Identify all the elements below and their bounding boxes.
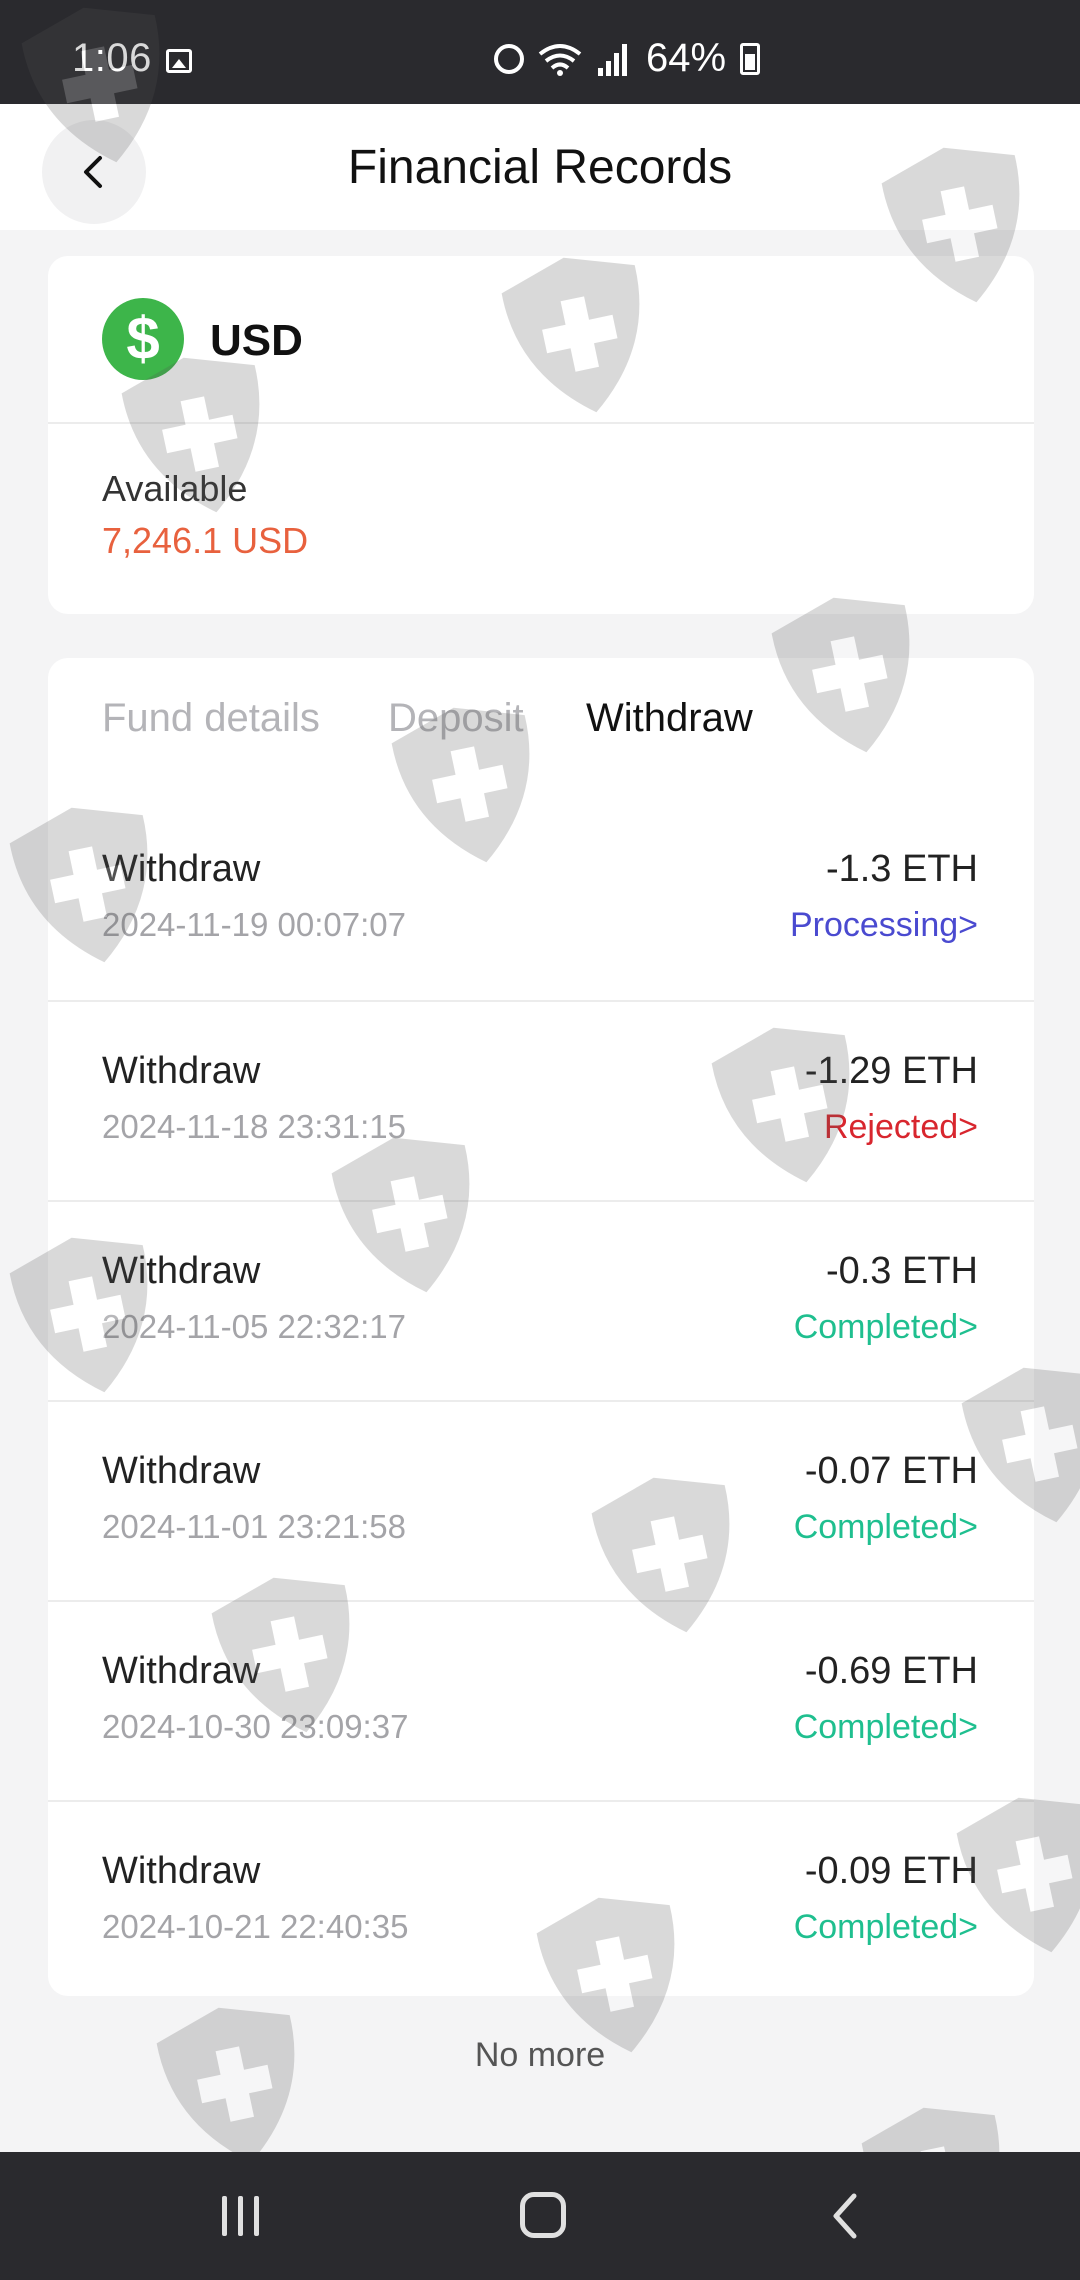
status-bar: 1:06 64% (0, 0, 1080, 104)
divider (48, 422, 1034, 424)
record-status-link[interactable]: Completed> (794, 1908, 978, 1947)
tab-deposit[interactable]: Deposit (388, 696, 524, 741)
no-more-label: No more (474, 2036, 606, 2074)
wifi-icon (538, 43, 582, 76)
battery-percent: 64% (646, 36, 727, 80)
image-notification-icon (166, 49, 192, 73)
record-status-link[interactable]: Completed> (794, 1708, 978, 1747)
record-date: 2024-10-21 22:40:35 (102, 1908, 409, 1945)
record-status-link[interactable]: Rejected> (824, 1108, 978, 1147)
recents-icon[interactable] (220, 2196, 264, 2236)
currency-name: USD (210, 316, 303, 365)
status-time: 1:06 (72, 36, 152, 80)
page-title: Financial Records (347, 141, 733, 194)
record-status-link[interactable]: Completed> (794, 1308, 978, 1347)
alarm-icon (494, 43, 524, 74)
system-nav-bar (0, 2152, 1080, 2280)
record-row[interactable]: Withdraw 2024-10-30 23:09:37 -0.69 ETH C… (48, 1600, 1034, 1800)
nav-back-icon[interactable] (826, 2192, 866, 2240)
record-row[interactable]: Withdraw 2024-11-05 22:32:17 -0.3 ETH Co… (48, 1200, 1034, 1400)
available-value: 7,246.1 USD (102, 520, 309, 561)
record-status-link[interactable]: Processing> (790, 906, 978, 945)
record-amount: -0.09 ETH (804, 1850, 978, 1892)
record-type: Withdraw (102, 1850, 261, 1892)
record-type: Withdraw (102, 1450, 261, 1492)
record-date: 2024-11-18 23:31:15 (102, 1108, 406, 1145)
app-header: Financial Records (0, 104, 1080, 230)
record-amount: -1.29 ETH (804, 1050, 978, 1092)
record-type: Withdraw (102, 1050, 261, 1092)
record-amount: -0.3 ETH (825, 1250, 978, 1292)
record-date: 2024-11-19 00:07:07 (102, 906, 406, 943)
status-icons: 64% (494, 36, 761, 81)
signal-icon (596, 42, 632, 76)
record-row[interactable]: Withdraw 2024-11-18 23:31:15 -1.29 ETH R… (48, 1000, 1034, 1200)
record-date: 2024-11-05 22:32:17 (102, 1308, 406, 1345)
record-row[interactable]: Withdraw 2024-11-19 00:07:07 -1.3 ETH Pr… (48, 800, 1034, 1000)
record-type: Withdraw (102, 1650, 261, 1692)
records-card: Fund details Deposit Withdraw Withdraw 2… (48, 658, 1034, 1996)
record-status-link[interactable]: Completed> (794, 1508, 978, 1547)
record-amount: -0.07 ETH (804, 1450, 978, 1492)
record-type: Withdraw (102, 848, 261, 890)
dollar-icon: $ (102, 298, 184, 380)
record-amount: -0.69 ETH (804, 1650, 978, 1692)
tab-fund-details[interactable]: Fund details (102, 696, 320, 741)
account-card: $ USD Available 7,246.1 USD (48, 256, 1034, 614)
record-date: 2024-10-30 23:09:37 (102, 1708, 409, 1745)
tab-withdraw[interactable]: Withdraw (586, 696, 753, 741)
available-label: Available (102, 468, 248, 509)
battery-icon (740, 42, 761, 75)
record-date: 2024-11-01 23:21:58 (102, 1508, 406, 1545)
home-icon[interactable] (520, 2192, 566, 2238)
record-row[interactable]: Withdraw 2024-11-01 23:21:58 -0.07 ETH C… (48, 1400, 1034, 1600)
record-row[interactable]: Withdraw 2024-10-21 22:40:35 -0.09 ETH C… (48, 1800, 1034, 2000)
record-amount: -1.3 ETH (825, 848, 978, 890)
record-type: Withdraw (102, 1250, 261, 1292)
